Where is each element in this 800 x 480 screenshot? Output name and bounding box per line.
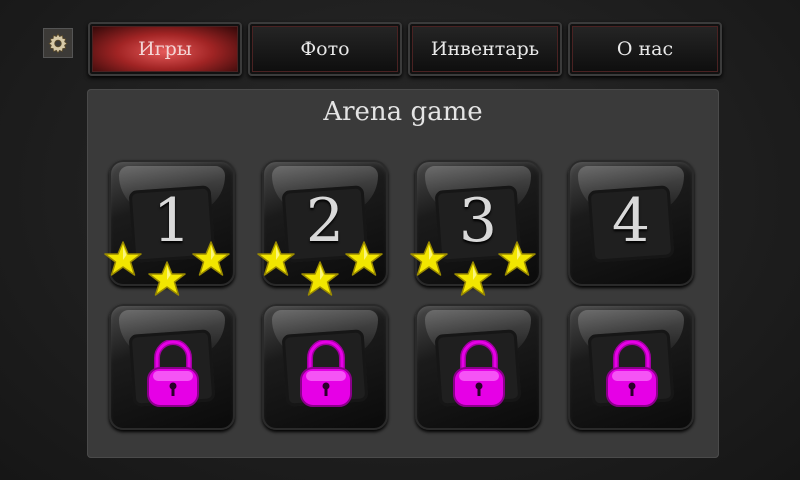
locked-level-tile[interactable] (568, 304, 694, 430)
star-icon (410, 241, 448, 276)
star-icon (301, 261, 339, 296)
gear-icon (48, 33, 68, 54)
tab-photo[interactable]: Фото (248, 22, 402, 76)
tab-bar: Игры Фото Инвентарь О нас (88, 22, 724, 76)
level-number: 4 (611, 186, 651, 256)
star-icon (498, 241, 536, 276)
star-icon (257, 241, 295, 276)
star-icon (192, 241, 230, 276)
panel-title: Arena game (323, 97, 483, 127)
locked-level-tile[interactable] (415, 304, 541, 430)
settings-button[interactable] (43, 28, 73, 58)
padlock-icon (606, 340, 658, 407)
star-icon (454, 261, 492, 296)
level-tile-4[interactable]: 4 (568, 160, 694, 286)
star-icon (148, 261, 186, 296)
tab-inventory[interactable]: Инвентарь (408, 22, 562, 76)
padlock-icon (453, 340, 505, 407)
padlock-icon (147, 340, 199, 407)
locked-level-tile[interactable] (262, 304, 388, 430)
tab-about[interactable]: О нас (568, 22, 722, 76)
tab-games[interactable]: Игры (88, 22, 242, 76)
padlock-icon (300, 340, 352, 407)
star-icon (104, 241, 142, 276)
locked-level-tile[interactable] (109, 304, 235, 430)
star-icon (345, 241, 383, 276)
